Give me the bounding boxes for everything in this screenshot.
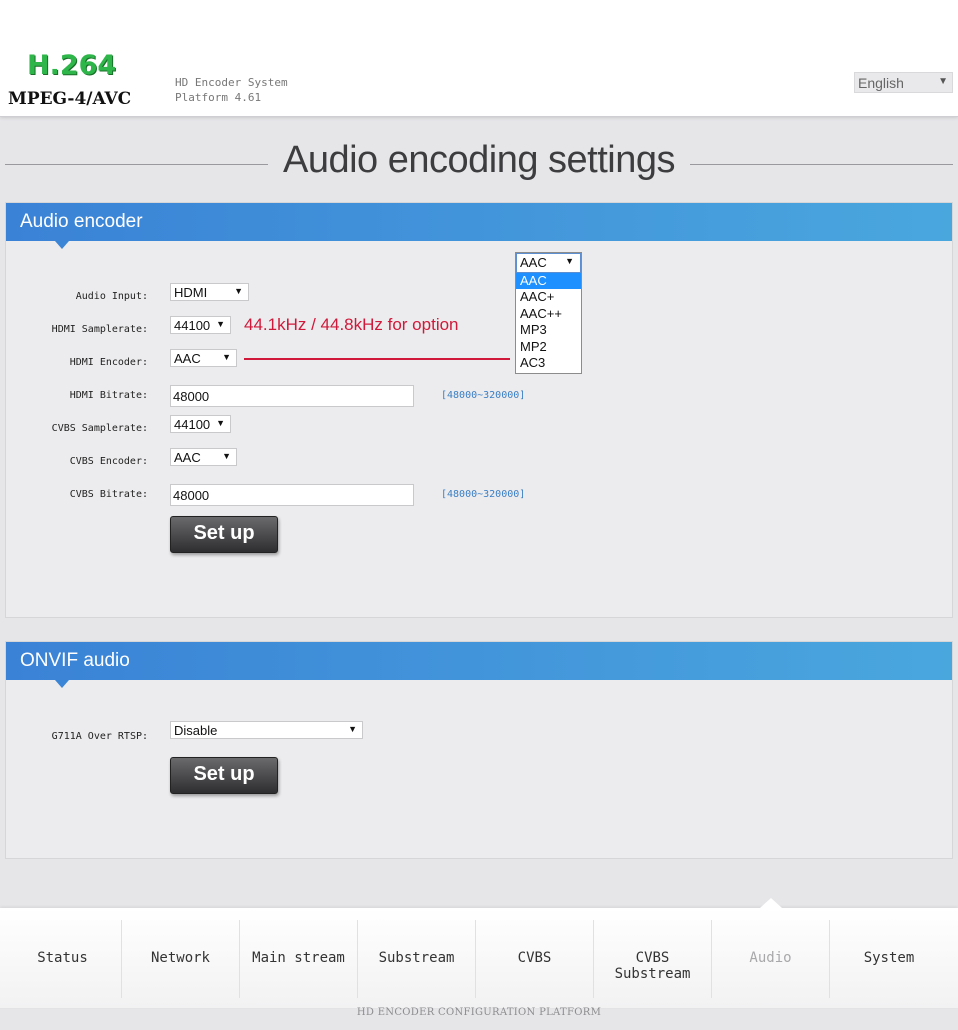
system-title: HD Encoder System Platform 4.61: [175, 75, 288, 105]
g711a-select[interactable]: Disable ▼: [170, 721, 363, 739]
chevron-down-icon: ▼: [222, 352, 231, 362]
chevron-down-icon: ▼: [216, 319, 225, 329]
encoder-dropdown-list: AAC ▼ AAC AAC+ AAC++ MP3 MP2 AC3: [515, 252, 582, 374]
hdmi-encoder-select[interactable]: AAC ▼: [170, 349, 237, 367]
dropdown-option-mp2[interactable]: MP2: [516, 339, 581, 355]
audio-input-select[interactable]: HDMI ▼: [170, 283, 249, 301]
cvbs-samplerate-label: CVBS Samplerate:: [51, 423, 148, 434]
page-title: Audio encoding settings: [282, 139, 676, 181]
cvbs-bitrate-label: CVBS Bitrate:: [69, 489, 148, 500]
header-bar: H.264 MPEG-4/AVC HD Encoder System Platf…: [0, 0, 958, 117]
encoder-dropdown-header[interactable]: AAC ▼: [516, 253, 581, 273]
chevron-down-icon: ▼: [348, 724, 357, 734]
audio-input-label: Audio Input:: [75, 291, 148, 302]
hdmi-samplerate-select[interactable]: 44100 ▼: [170, 316, 231, 334]
dropdown-option-aac-plus-plus[interactable]: AAC++: [516, 306, 581, 322]
annotation-line: [244, 358, 510, 360]
dropdown-option-ac3[interactable]: AC3: [516, 355, 581, 371]
cvbs-encoder-label: CVBS Encoder:: [69, 456, 148, 467]
hdmi-bitrate-range: [48000~320000]: [441, 390, 526, 401]
onvif-setup-button[interactable]: Set up: [170, 757, 278, 794]
audio-input-value: HDMI: [174, 285, 208, 300]
cvbs-samplerate-select[interactable]: 44100 ▼: [170, 415, 231, 433]
cvbs-encoder-select[interactable]: AAC ▼: [170, 448, 237, 466]
g711a-label: G711A Over RTSP:: [51, 731, 148, 742]
language-select[interactable]: English ▼: [854, 72, 953, 93]
nav-system[interactable]: System: [830, 920, 948, 998]
hdmi-encoder-label: HDMI Encoder:: [69, 357, 148, 368]
hdmi-encoder-value: AAC: [174, 351, 201, 366]
nav-audio[interactable]: Audio: [712, 920, 830, 998]
hdmi-bitrate-label: HDMI Bitrate:: [69, 390, 148, 401]
active-tab-pointer: [760, 898, 782, 908]
nav-substream[interactable]: Substream: [358, 920, 476, 998]
system-name: HD Encoder System: [175, 76, 288, 89]
audio-setup-button[interactable]: Set up: [170, 516, 278, 553]
samplerate-annotation: 44.1kHz / 44.8kHz for option: [244, 315, 459, 334]
audio-encoder-panel: Audio encoder: [5, 202, 953, 618]
nav-status[interactable]: Status: [4, 920, 122, 998]
bottom-nav: Status Network Main stream Substream CVB…: [0, 898, 958, 1008]
hdmi-bitrate-input[interactable]: 48000: [170, 385, 414, 407]
cvbs-samplerate-value: 44100: [174, 417, 211, 432]
cvbs-bitrate-input[interactable]: 48000: [170, 484, 414, 506]
nav-cvbs-substream[interactable]: CVBS Substream: [594, 920, 712, 998]
onvif-audio-panel-title: ONVIF audio: [6, 642, 952, 688]
chevron-down-icon: ▼: [234, 286, 243, 296]
dropdown-option-aac-plus[interactable]: AAC+: [516, 289, 581, 305]
nav-cvbs[interactable]: CVBS: [476, 920, 594, 998]
onvif-audio-panel: ONVIF audio: [5, 641, 953, 859]
logo-mpeg: MPEG-4/AVC: [8, 89, 132, 109]
cvbs-encoder-value: AAC: [174, 450, 201, 465]
g711a-value: Disable: [174, 723, 218, 738]
hdmi-samplerate-value: 44100: [174, 318, 211, 333]
language-value: English: [858, 75, 904, 91]
chevron-down-icon: ▼: [216, 418, 225, 428]
dropdown-option-mp3[interactable]: MP3: [516, 322, 581, 338]
platform-version: Platform 4.61: [175, 91, 262, 104]
encoder-dropdown-selected: AAC: [520, 255, 547, 270]
dropdown-option-aac[interactable]: AAC: [516, 273, 581, 289]
audio-encoder-panel-title: Audio encoder: [6, 203, 952, 249]
title-divider-left: [5, 164, 268, 165]
chevron-down-icon: ▼: [565, 256, 574, 266]
chevron-down-icon: ▼: [222, 451, 231, 461]
nav-network[interactable]: Network: [122, 920, 240, 998]
footer-text: HD ENCODER CONFIGURATION PLATFORM: [356, 1007, 602, 1018]
title-divider-right: [690, 164, 953, 165]
chevron-down-icon: ▼: [938, 76, 948, 87]
nav-main-stream[interactable]: Main stream: [240, 920, 358, 998]
hdmi-samplerate-label: HDMI Samplerate:: [51, 324, 148, 335]
cvbs-bitrate-range: [48000~320000]: [441, 489, 526, 500]
logo-h264: H.264: [27, 50, 117, 81]
